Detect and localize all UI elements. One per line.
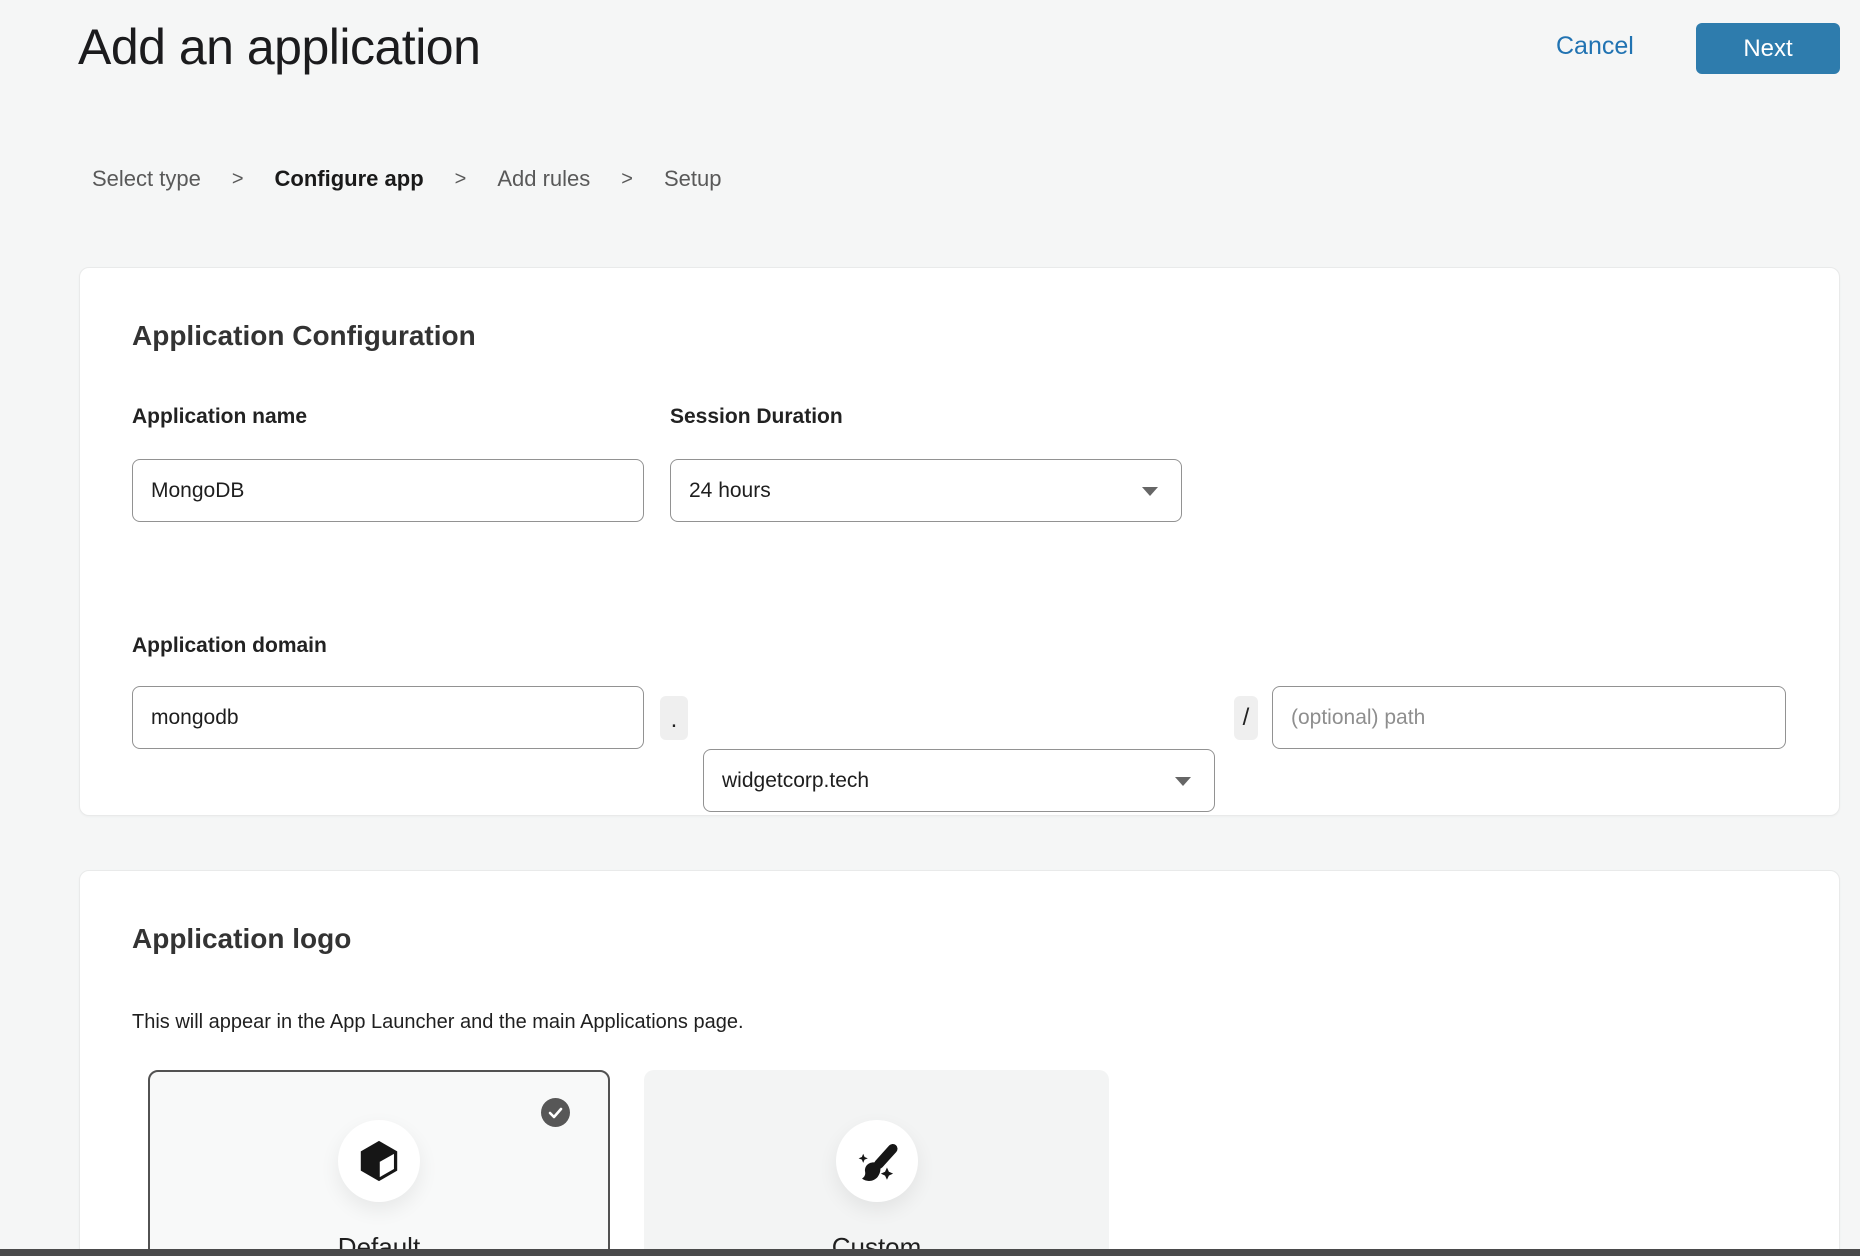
check-icon <box>548 1107 563 1119</box>
breadcrumb-step-setup[interactable]: Setup <box>664 166 722 192</box>
application-logo-description: This will appear in the App Launcher and… <box>132 1011 744 1034</box>
breadcrumb-separator: > <box>621 168 633 191</box>
paintbrush-icon <box>854 1138 900 1184</box>
next-button-label: Next <box>1743 35 1792 63</box>
bottom-edge-bar <box>0 1249 1860 1256</box>
chevron-down-icon <box>1141 486 1159 497</box>
domain-slash-separator: / <box>1234 696 1258 740</box>
domain-select[interactable]: widgetcorp.tech <box>703 749 1215 812</box>
domain-dot-separator: . <box>660 696 688 740</box>
sparkle-icon <box>858 1154 867 1163</box>
application-configuration-card: Application Configuration Application na… <box>79 267 1840 816</box>
application-name-input[interactable] <box>132 459 644 522</box>
session-duration-select[interactable]: 24 hours <box>670 459 1182 522</box>
application-configuration-heading: Application Configuration <box>132 320 476 352</box>
logo-option-custom[interactable]: Custom <box>644 1070 1109 1256</box>
breadcrumb: Select type > Configure app > Add rules … <box>92 166 721 192</box>
custom-logo-circle <box>836 1120 918 1202</box>
path-input[interactable] <box>1272 686 1786 749</box>
next-button[interactable]: Next <box>1696 23 1840 74</box>
domain-select-value: widgetcorp.tech <box>722 769 869 793</box>
application-domain-label: Application domain <box>132 634 327 658</box>
breadcrumb-step-add-rules[interactable]: Add rules <box>497 166 590 192</box>
breadcrumb-step-configure-app[interactable]: Configure app <box>275 166 424 192</box>
cube-icon <box>356 1138 402 1184</box>
breadcrumb-separator: > <box>232 168 244 191</box>
page-title: Add an application <box>78 18 480 76</box>
application-name-label: Application name <box>132 405 307 429</box>
breadcrumb-step-select-type[interactable]: Select type <box>92 166 201 192</box>
application-logo-heading: Application logo <box>132 923 351 955</box>
chevron-down-icon <box>1174 776 1192 787</box>
selected-check-badge <box>541 1098 570 1127</box>
subdomain-input[interactable] <box>132 686 644 749</box>
logo-option-default[interactable]: Default <box>148 1070 610 1256</box>
breadcrumb-separator: > <box>455 168 467 191</box>
sparkle-icon <box>880 1168 892 1180</box>
session-duration-value: 24 hours <box>689 479 771 503</box>
application-logo-card: Application logo This will appear in the… <box>79 870 1840 1256</box>
cancel-button[interactable]: Cancel <box>1556 32 1634 61</box>
session-duration-label: Session Duration <box>670 405 843 429</box>
default-logo-circle <box>338 1120 420 1202</box>
